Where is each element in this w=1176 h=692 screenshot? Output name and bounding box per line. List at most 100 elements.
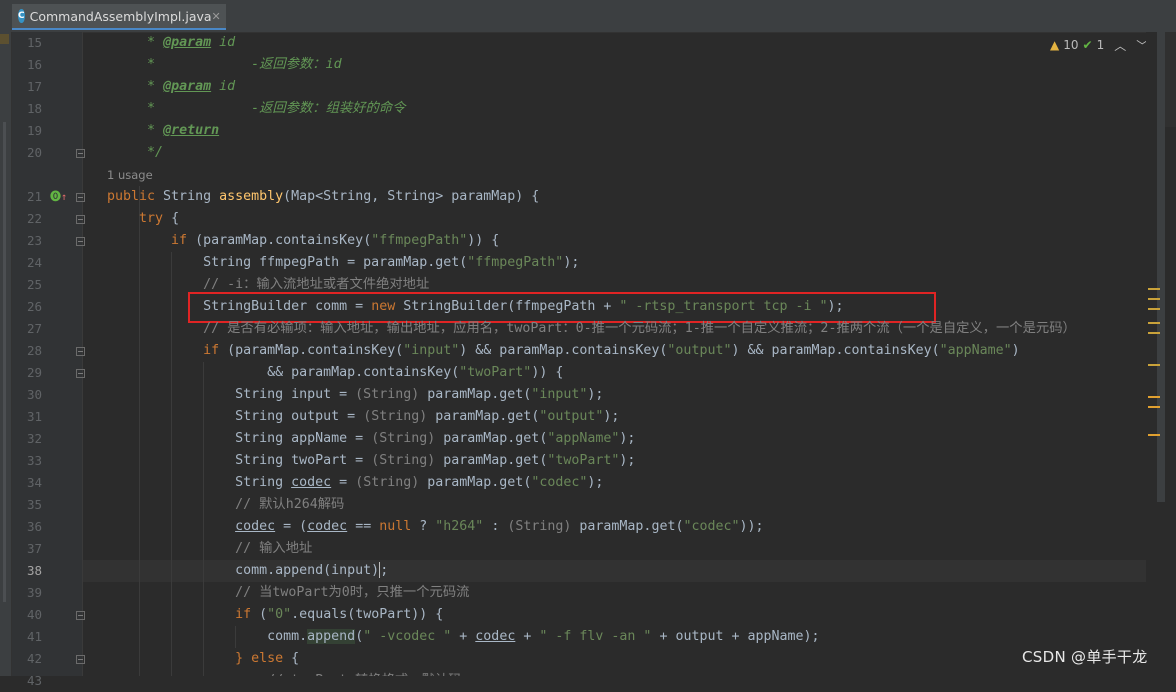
- code-token: ?: [419, 519, 436, 534]
- code-token: +: [451, 629, 476, 644]
- code-line: String appName = (String) paramMap.get("…: [107, 428, 635, 450]
- code-token: );: [603, 409, 620, 424]
- line-number: 27: [26, 321, 42, 336]
- scrollbar-thumb[interactable]: [1157, 32, 1165, 502]
- code-token: (String): [507, 519, 580, 534]
- code-token: codec: [291, 475, 332, 490]
- code-line: public String assembly(Map<String, Strin…: [107, 186, 539, 208]
- code-token: );: [619, 453, 636, 468]
- code-token: public: [107, 189, 164, 204]
- code-token: if: [171, 233, 196, 248]
- checkmark-icon: ✔: [1082, 38, 1093, 52]
- code-token: .equals(twoPart)) {: [291, 607, 444, 622]
- line-number: 24: [26, 255, 42, 270]
- code-line: } else {: [107, 648, 299, 670]
- line-number: 21: [26, 189, 42, 204]
- line-number: 22: [26, 211, 42, 226]
- code-token: comm.: [107, 629, 308, 644]
- code-token: "0": [267, 607, 292, 622]
- code-token: assembly: [219, 189, 284, 204]
- code-line: comm.append(input);: [107, 560, 388, 582]
- code-token: ));: [739, 519, 764, 534]
- line-number: 17: [26, 79, 42, 94]
- code-token: @param: [163, 79, 212, 94]
- line-number: 41: [26, 629, 42, 644]
- line-number: 33: [26, 453, 42, 468]
- code-token: (String): [371, 431, 444, 446]
- line-number: 37: [26, 541, 42, 556]
- code-token: "output": [667, 343, 732, 358]
- code-line: String twoPart = (String) paramMap.get("…: [107, 450, 635, 472]
- code-token: (String): [363, 409, 436, 424]
- code-token: StringBuilder comm =: [107, 299, 372, 314]
- left-scroll-indicator: [3, 122, 6, 602]
- inspection-widget[interactable]: ▲ 10 ✔ 1 ︿ ﹀: [1050, 36, 1148, 54]
- editor-scrollbar[interactable]: [1146, 32, 1176, 676]
- code-token: // -i：输入流地址或者文件绝对地址: [203, 277, 430, 292]
- code-line: if (paramMap.containsKey("ffmpegPath")) …: [107, 230, 499, 252]
- warning-count: 10: [1063, 38, 1079, 52]
- code-line: * -返回参数：组装好的命令: [107, 98, 405, 120]
- code-token: comm.append(input): [107, 563, 380, 578]
- code-line: String ffmpegPath = paramMap.get("ffmpeg…: [107, 252, 579, 274]
- implements-method-icon[interactable]: ⓿↑: [50, 186, 67, 209]
- ok-count: 1: [1096, 38, 1105, 52]
- code-token: // 默认h264解码: [235, 497, 345, 512]
- code-token: }: [235, 651, 252, 666]
- line-number: 16: [26, 57, 42, 72]
- code-token: if: [203, 343, 228, 358]
- code-token: try: [139, 211, 172, 226]
- close-icon[interactable]: ✕: [212, 10, 221, 23]
- code-token: "twoPart": [459, 365, 532, 380]
- code-token: "appName": [547, 431, 620, 446]
- code-line: if ("0".equals(twoPart)) {: [107, 604, 443, 626]
- code-token: @param: [163, 35, 212, 50]
- line-number: 34: [26, 475, 42, 490]
- code-editor[interactable]: 1 usage * @param id * -返回参数：id * @param …: [83, 32, 1146, 676]
- line-number-gutter[interactable]: ⓿↑ 15 16 17 18 19 20 21 22 23 24 25 26 27 28 29 30 31 32 3…: [12, 32, 85, 688]
- code-token: (String): [371, 453, 444, 468]
- line-number: 30: [26, 387, 42, 402]
- scroll-marker: [1148, 364, 1160, 366]
- code-token: =: [331, 475, 356, 490]
- code-line: * @param id: [107, 32, 235, 54]
- code-token: ;: [380, 563, 389, 578]
- editor-tab[interactable]: C CommandAssemblyImpl.java ✕: [12, 4, 226, 30]
- line-number: 15: [26, 35, 42, 50]
- code-token: new: [371, 299, 404, 314]
- code-token: (String): [355, 387, 428, 402]
- usage-hint[interactable]: 1 usage: [107, 164, 153, 186]
- code-token: "ffmpegPath": [467, 255, 564, 270]
- code-token: " -vcodec ": [363, 629, 452, 644]
- code-token: String: [107, 475, 292, 490]
- code-token: );: [827, 299, 844, 314]
- code-token: id: [211, 35, 236, 50]
- scroll-marker: [1148, 434, 1160, 436]
- structure-marker: [0, 34, 9, 44]
- code-line: if (paramMap.containsKey("input") && par…: [107, 340, 1020, 362]
- code-token: " -f flv -an ": [539, 629, 652, 644]
- code-token: String twoPart =: [107, 453, 372, 468]
- chevron-up-icon[interactable]: ︿: [1114, 37, 1126, 54]
- code-token: * -返回参数：组装好的命令: [107, 101, 406, 116]
- code-line: // 当twoPart为0时，只推一个元码流: [107, 582, 469, 604]
- code-token: )) {: [531, 365, 564, 380]
- line-number: 23: [26, 233, 42, 248]
- code-token: ) && paramMap.containsKey(: [459, 343, 668, 358]
- code-token: {: [171, 211, 180, 226]
- line-number: 29: [26, 365, 42, 380]
- code-line: // 输入地址: [107, 538, 312, 560]
- code-line: comm.append(" -vcodec " + codec + " -f f…: [107, 626, 820, 648]
- code-token: paramMap.get(: [443, 431, 548, 446]
- code-token: ): [1011, 343, 1020, 358]
- line-number: 32: [26, 431, 42, 446]
- code-token: // 是否有必输项：输入地址，输出地址，应用名，twoPart：0-推一个元码流…: [203, 321, 1076, 336]
- code-token: "output": [539, 409, 604, 424]
- line-number: 19: [26, 123, 42, 138]
